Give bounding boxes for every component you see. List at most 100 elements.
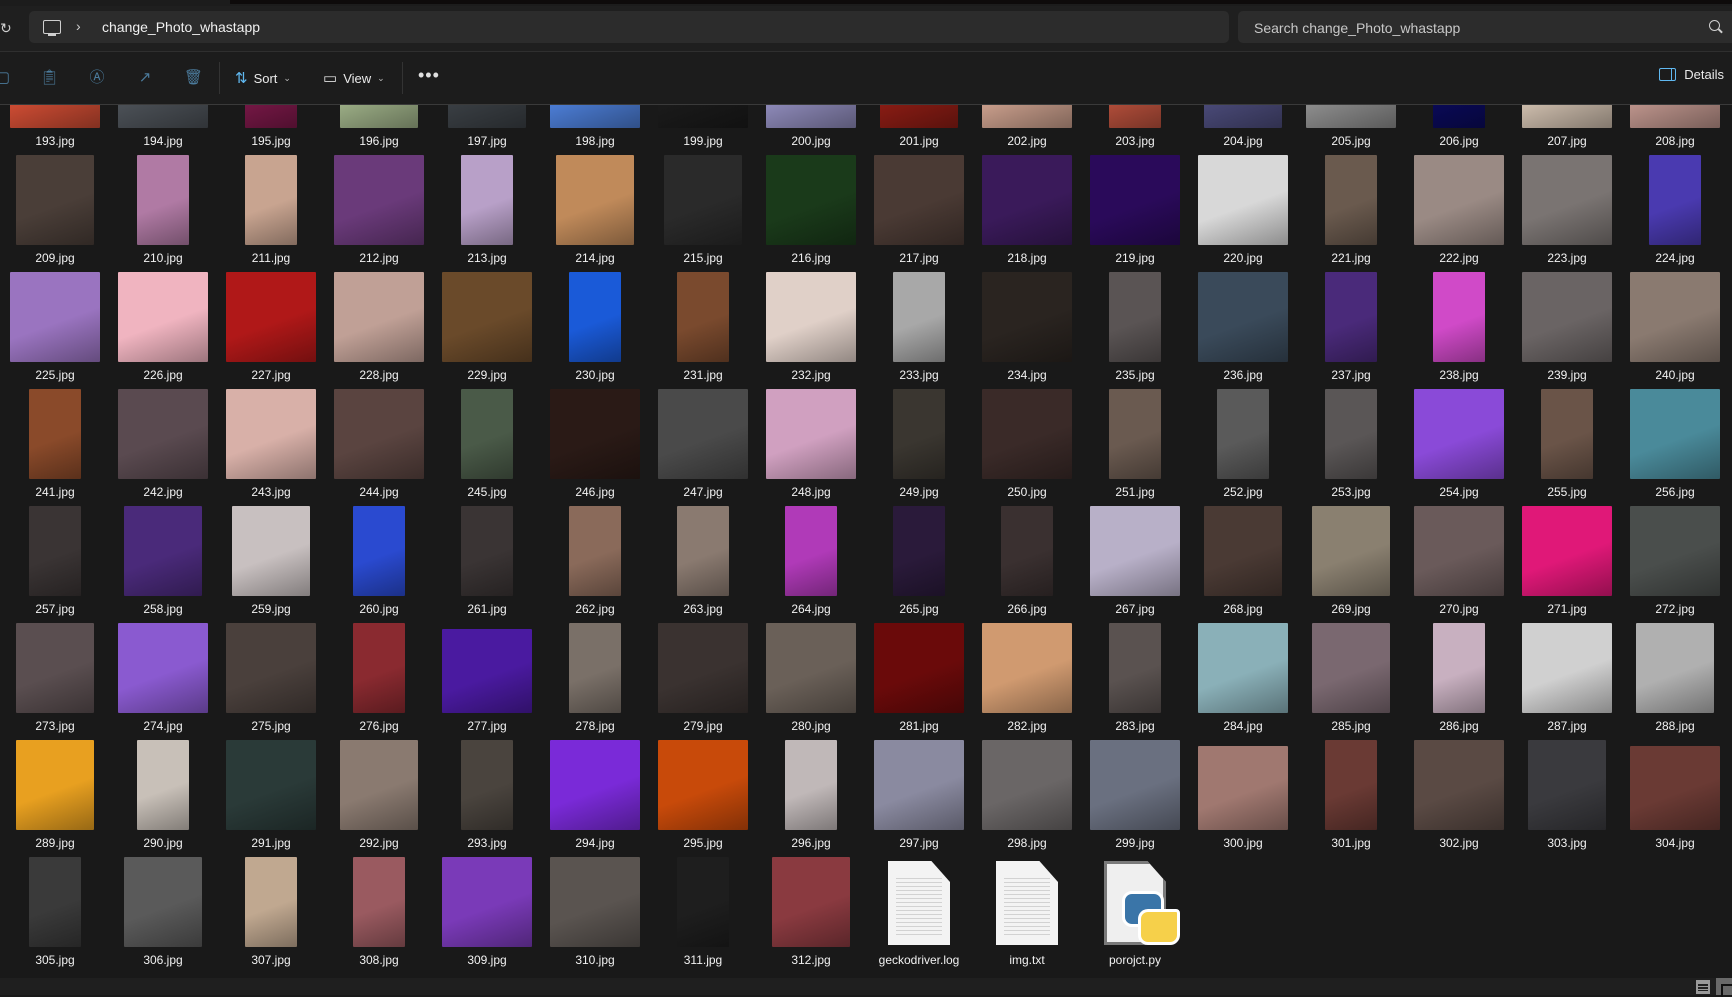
file-item[interactable]: 302.jpg [1409, 737, 1509, 854]
view-button[interactable]: ▭ View ⌄ [323, 67, 385, 89]
file-item[interactable]: 270.jpg [1409, 503, 1509, 620]
file-item[interactable]: 272.jpg [1625, 503, 1725, 620]
file-item[interactable]: 196.jpg [329, 105, 429, 152]
file-item[interactable]: 308.jpg [329, 854, 429, 971]
file-item[interactable]: 220.jpg [1193, 152, 1293, 269]
file-item[interactable]: 294.jpg [545, 737, 645, 854]
sort-button[interactable]: ⇅ Sort ⌄ [235, 67, 291, 89]
file-item[interactable]: 305.jpg [5, 854, 105, 971]
file-item[interactable]: 247.jpg [653, 386, 753, 503]
file-item[interactable]: 285.jpg [1301, 620, 1401, 737]
file-item[interactable]: 217.jpg [869, 152, 969, 269]
file-item[interactable]: 241.jpg [5, 386, 105, 503]
new-icon[interactable]: ▢ [0, 69, 12, 87]
file-item[interactable]: 278.jpg [545, 620, 645, 737]
file-item[interactable]: 214.jpg [545, 152, 645, 269]
file-item[interactable]: 258.jpg [113, 503, 213, 620]
file-item[interactable]: 303.jpg [1517, 737, 1617, 854]
file-item[interactable]: geckodriver.log [869, 854, 969, 971]
file-item[interactable]: 292.jpg [329, 737, 429, 854]
file-item[interactable]: 291.jpg [221, 737, 321, 854]
file-item[interactable]: 228.jpg [329, 269, 429, 386]
file-item[interactable]: 268.jpg [1193, 503, 1293, 620]
file-item[interactable]: 193.jpg [5, 105, 105, 152]
file-item[interactable]: 224.jpg [1625, 152, 1725, 269]
file-item[interactable]: 275.jpg [221, 620, 321, 737]
more-options-button[interactable]: ••• [418, 65, 440, 86]
file-item[interactable]: img.txt [977, 854, 1077, 971]
file-item[interactable]: 283.jpg [1085, 620, 1185, 737]
file-item[interactable]: 203.jpg [1085, 105, 1185, 152]
file-item[interactable]: 263.jpg [653, 503, 753, 620]
file-item[interactable]: 259.jpg [221, 503, 321, 620]
file-item[interactable]: 251.jpg [1085, 386, 1185, 503]
file-item[interactable]: 287.jpg [1517, 620, 1617, 737]
file-item[interactable]: 279.jpg [653, 620, 753, 737]
file-item[interactable]: 311.jpg [653, 854, 753, 971]
file-item[interactable]: 267.jpg [1085, 503, 1185, 620]
details-view-icon[interactable] [1696, 980, 1710, 994]
large-icons-view-icon[interactable] [1716, 978, 1732, 997]
file-item[interactable]: 205.jpg [1301, 105, 1401, 152]
file-item[interactable]: 199.jpg [653, 105, 753, 152]
file-item[interactable]: 223.jpg [1517, 152, 1617, 269]
breadcrumb-chevron-icon[interactable]: › [76, 18, 81, 34]
file-item[interactable]: 244.jpg [329, 386, 429, 503]
file-item[interactable]: 284.jpg [1193, 620, 1293, 737]
file-item[interactable]: 282.jpg [977, 620, 1077, 737]
file-item[interactable]: 295.jpg [653, 737, 753, 854]
file-item[interactable]: 198.jpg [545, 105, 645, 152]
file-item[interactable]: 277.jpg [437, 620, 537, 737]
file-item[interactable]: 243.jpg [221, 386, 321, 503]
file-item[interactable]: 255.jpg [1517, 386, 1617, 503]
file-item[interactable]: 288.jpg [1625, 620, 1725, 737]
file-item[interactable]: 248.jpg [761, 386, 861, 503]
file-item[interactable]: 289.jpg [5, 737, 105, 854]
file-item[interactable]: 280.jpg [761, 620, 861, 737]
file-item[interactable]: 239.jpg [1517, 269, 1617, 386]
file-item[interactable]: 304.jpg [1625, 737, 1725, 854]
file-item[interactable]: 218.jpg [977, 152, 1077, 269]
file-item[interactable]: 197.jpg [437, 105, 537, 152]
file-item[interactable]: 271.jpg [1517, 503, 1617, 620]
file-item[interactable]: 225.jpg [5, 269, 105, 386]
file-item[interactable]: 208.jpg [1625, 105, 1725, 152]
share-icon[interactable]: ↗ [136, 69, 154, 87]
delete-icon[interactable]: 🗑︎ [184, 69, 203, 87]
file-item[interactable]: 266.jpg [977, 503, 1077, 620]
address-bar[interactable]: › change_Photo_whastapp [29, 11, 1229, 43]
file-item[interactable]: 306.jpg [113, 854, 213, 971]
file-item[interactable]: 298.jpg [977, 737, 1077, 854]
search-input[interactable] [1252, 17, 1676, 39]
file-item[interactable]: 265.jpg [869, 503, 969, 620]
file-item[interactable]: 299.jpg [1085, 737, 1185, 854]
file-item[interactable]: 231.jpg [653, 269, 753, 386]
file-item[interactable]: 274.jpg [113, 620, 213, 737]
file-item[interactable]: 209.jpg [5, 152, 105, 269]
file-item[interactable]: 261.jpg [437, 503, 537, 620]
file-item[interactable]: porojct.py [1085, 854, 1185, 971]
breadcrumb-folder[interactable]: change_Photo_whastapp [102, 19, 260, 35]
file-item[interactable]: 300.jpg [1193, 737, 1293, 854]
file-item[interactable]: 229.jpg [437, 269, 537, 386]
file-item[interactable]: 221.jpg [1301, 152, 1401, 269]
file-item[interactable]: 207.jpg [1517, 105, 1617, 152]
file-item[interactable]: 296.jpg [761, 737, 861, 854]
file-item[interactable]: 219.jpg [1085, 152, 1185, 269]
file-item[interactable]: 215.jpg [653, 152, 753, 269]
file-item[interactable]: 204.jpg [1193, 105, 1293, 152]
file-item[interactable]: 309.jpg [437, 854, 537, 971]
file-item[interactable]: 237.jpg [1301, 269, 1401, 386]
file-item[interactable]: 227.jpg [221, 269, 321, 386]
file-item[interactable]: 256.jpg [1625, 386, 1725, 503]
file-item[interactable]: 281.jpg [869, 620, 969, 737]
file-item[interactable]: 230.jpg [545, 269, 645, 386]
file-item[interactable]: 253.jpg [1301, 386, 1401, 503]
file-item[interactable]: 286.jpg [1409, 620, 1509, 737]
file-item[interactable]: 212.jpg [329, 152, 429, 269]
file-item[interactable]: 269.jpg [1301, 503, 1401, 620]
file-item[interactable]: 290.jpg [113, 737, 213, 854]
file-item[interactable]: 242.jpg [113, 386, 213, 503]
file-item[interactable]: 301.jpg [1301, 737, 1401, 854]
file-item[interactable]: 257.jpg [5, 503, 105, 620]
